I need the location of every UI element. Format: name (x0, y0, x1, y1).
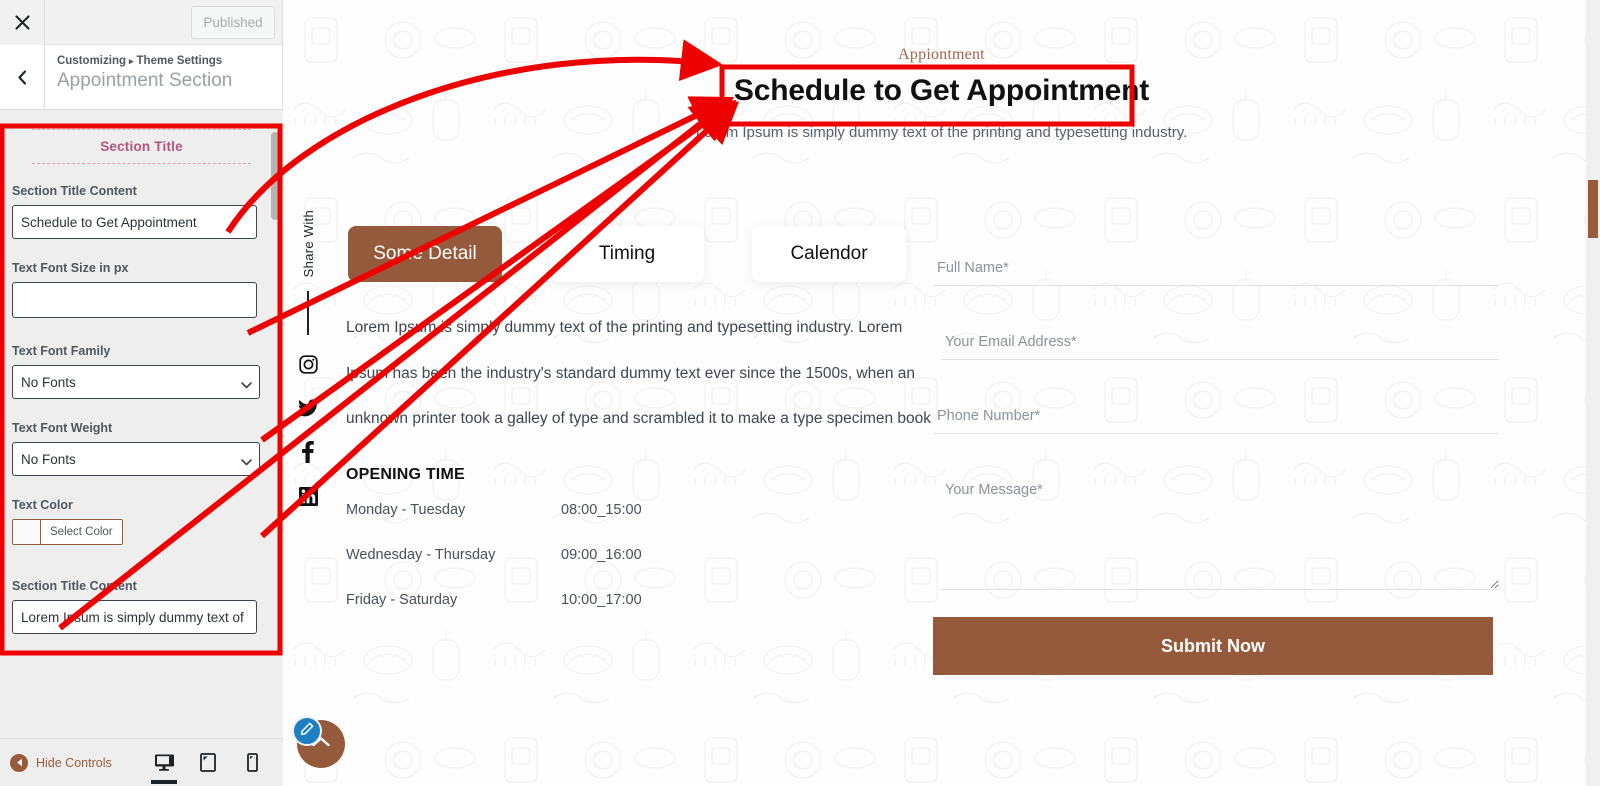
field-label: Text Font Size in px (12, 261, 129, 275)
edit-shortcut-button[interactable] (292, 716, 322, 746)
share-with-label: Share With (300, 210, 316, 278)
customizer-titles: Customizing ▸ Theme Settings Appointment S… (45, 45, 232, 109)
submit-button[interactable]: Submit Now (933, 617, 1493, 675)
appointment-header: Appiontment Schedule to Get Appointment … (283, 0, 1600, 141)
breadcrumb: Customizing ▸ Theme Settings (57, 55, 232, 67)
customizer-panel: Published Customizing ▸ Theme Settings App… (0, 0, 283, 786)
field-label: Section Title Content (12, 579, 137, 593)
divider-bottom (32, 163, 251, 164)
hours-days: Monday - Tuesday (346, 502, 466, 519)
hide-controls-button[interactable]: Hide Controls (0, 753, 112, 772)
facebook-icon[interactable] (297, 441, 319, 464)
breadcrumb-root[interactable]: Customizing (57, 55, 126, 67)
customizer-screen: Published Customizing ▸ Theme Settings App… (0, 0, 1600, 786)
panel-scrollbar[interactable] (271, 132, 279, 220)
mobile-icon[interactable] (235, 742, 269, 784)
opening-time-heading: OPENING TIME (346, 466, 465, 484)
phone-field-wrap (933, 398, 1499, 434)
field-label: Section Title Content (12, 184, 137, 198)
appointment-form: Submit Now (933, 250, 1499, 675)
chevron-down-icon (241, 378, 252, 389)
linkedin-icon[interactable] (297, 485, 319, 507)
tab-some-detail[interactable]: Some Detail (348, 226, 502, 282)
section-title-heading: Section Title (100, 139, 183, 154)
customizer-controls: Section Title Section Title Content Text… (0, 111, 283, 738)
field-label: Text Font Weight (12, 421, 113, 435)
field-text-font-family: Text Font Family No Fonts (0, 344, 283, 399)
section-title-divider: Section Title (0, 111, 283, 170)
customizer-header: Customizing ▸ Theme Settings Appointment S… (0, 45, 282, 110)
next-section-title-content-input[interactable] (12, 600, 257, 634)
hide-controls-label: Hide Controls (36, 755, 112, 770)
customizer-topbar: Published (0, 0, 282, 45)
breadcrumb-separator: ▸ (129, 56, 134, 66)
twitter-icon[interactable] (297, 397, 319, 419)
full-name-field-wrap (933, 250, 1499, 286)
hours-time: 09:00_16:00 (561, 547, 642, 564)
hours-time: 08:00_15:00 (561, 502, 642, 519)
section-heading: Schedule to Get Appointment (733, 74, 1150, 107)
field-next-section-title-content: Section Title Content (0, 579, 283, 634)
share-rail: Share With (297, 210, 319, 529)
appointment-tabs: Some Detail Timing Calendor (348, 226, 906, 282)
publish-button[interactable]: Published (191, 6, 275, 39)
tab-label: Timing (598, 243, 656, 264)
tab-panel-some-detail: Lorem Ipsum is simply dummy text of the … (346, 305, 936, 637)
tab-label: Calendor (790, 243, 868, 264)
field-text-font-size: Text Font Size in px (0, 261, 283, 318)
message-field-wrap (941, 478, 1499, 595)
text-font-weight-value: No Fonts (21, 451, 76, 467)
section-title-content-input[interactable] (12, 205, 257, 239)
field-text-font-weight: Text Font Weight No Fonts (0, 421, 283, 476)
text-font-family-select[interactable]: No Fonts (12, 365, 260, 399)
instagram-icon[interactable] (297, 353, 319, 375)
tab-label: Some Detail (373, 243, 477, 264)
section-subheading: Lorem Ipsum is simply dummy text of the … (695, 124, 1188, 141)
phone-input[interactable] (933, 398, 1499, 434)
hours-days: Wednesday - Thursday (346, 547, 496, 564)
message-textarea[interactable] (941, 478, 1499, 590)
preview-scrollbar[interactable] (1586, 0, 1600, 786)
preview-scrollbar-thumb[interactable] (1588, 180, 1598, 238)
pencil-icon (300, 722, 314, 741)
breadcrumb-parent[interactable]: Theme Settings (137, 55, 223, 67)
field-label: Text Font Family (12, 344, 111, 358)
hours-days: Friday - Saturday (346, 592, 458, 609)
close-icon[interactable] (0, 0, 45, 45)
full-name-input[interactable] (933, 250, 1499, 286)
email-field[interactable] (941, 324, 1499, 360)
collapse-icon (10, 753, 28, 772)
text-font-family-value: No Fonts (21, 374, 76, 390)
desktop-icon[interactable] (147, 742, 181, 784)
scroll-to-top-button[interactable] (292, 716, 345, 768)
customizer-footer: Hide Controls (0, 738, 283, 786)
list-item: Wednesday - Thursday 09:00_16:00 (346, 547, 936, 563)
select-color-label: Select Color (50, 526, 113, 538)
chevron-left-icon[interactable] (0, 45, 45, 109)
field-label: Text Color (12, 498, 73, 512)
site-preview: Appiontment Schedule to Get Appointment … (283, 0, 1600, 786)
tablet-icon[interactable] (191, 742, 225, 784)
section-kicker: Appiontment (898, 46, 985, 63)
list-item: Monday - Tuesday 08:00_15:00 (346, 502, 936, 518)
field-section-title-content: Section Title Content (0, 184, 283, 239)
color-swatch[interactable] (13, 520, 41, 544)
text-color-picker[interactable]: Select Color (12, 519, 123, 545)
opening-hours-list: Monday - Tuesday 08:00_15:00 Wednesday -… (346, 502, 936, 608)
list-item: Friday - Saturday 10:00_17:00 (346, 592, 936, 608)
share-divider (307, 291, 309, 336)
detail-paragraph: Lorem Ipsum is simply dummy text of the … (346, 319, 932, 428)
text-font-size-input[interactable] (12, 282, 257, 318)
device-preview-switcher (147, 742, 283, 784)
publish-button-label: Published (203, 15, 263, 30)
tab-timing[interactable]: Timing (550, 226, 704, 282)
text-font-weight-select[interactable]: No Fonts (12, 442, 260, 476)
chevron-down-icon (241, 455, 252, 466)
tab-calendor[interactable]: Calendor (752, 226, 906, 282)
email-field-wrap (941, 324, 1499, 360)
page-title: Appointment Section (57, 70, 233, 91)
field-text-color: Text Color Select Color (0, 498, 283, 549)
hours-time: 10:00_17:00 (561, 592, 642, 609)
